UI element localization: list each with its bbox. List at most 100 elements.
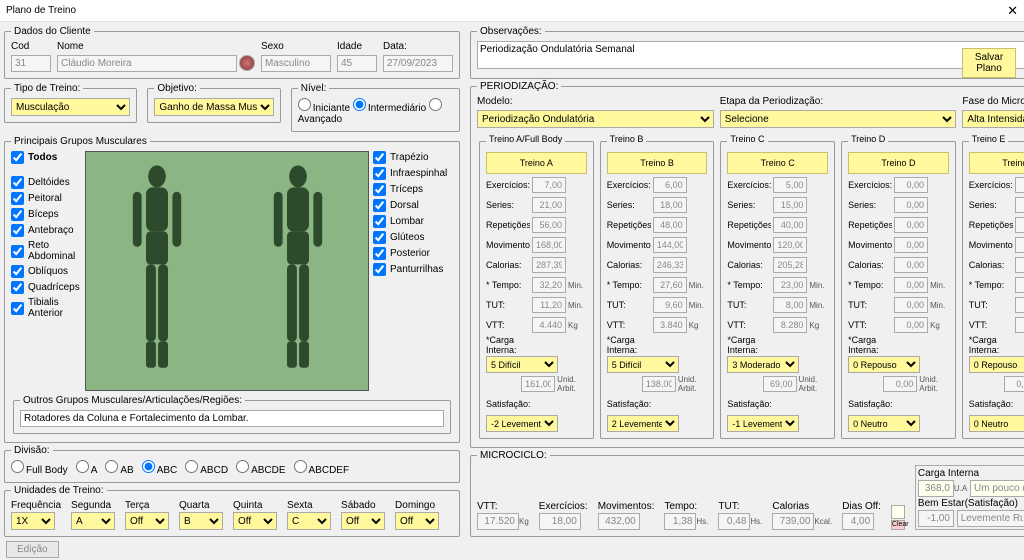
check-Quadríceps[interactable]: Quadríceps — [11, 281, 81, 294]
div-ABCDE[interactable]: ABCDE — [236, 465, 285, 476]
t2-se — [773, 197, 807, 213]
t3-sa[interactable]: 0 Neutro — [848, 415, 920, 432]
t3-te — [894, 277, 928, 293]
t2-ci[interactable]: 3 Moderado — [727, 356, 799, 373]
treino-btn-1[interactable]: Treino B — [607, 152, 708, 174]
t2-sa[interactable]: -1 Levemente — [727, 415, 799, 432]
obj-select[interactable]: Ganho de Massa Muscular — [154, 98, 273, 116]
clear-button[interactable]: Clear — [891, 520, 905, 530]
t4-ci[interactable]: 0 Repouso — [969, 356, 1024, 373]
tab-edicao[interactable]: Edição — [6, 541, 59, 558]
t0-re — [532, 217, 566, 233]
day-Segunda[interactable]: A — [71, 512, 115, 530]
check-Reto Abdominal[interactable]: Reto Abdominal — [11, 240, 81, 262]
sexo-input — [261, 55, 331, 72]
check-Infraespinhal[interactable]: Infraespinhal — [373, 167, 453, 180]
calendar-icon[interactable] — [891, 505, 905, 519]
body-back-icon — [265, 161, 331, 381]
micro-ci2 — [970, 480, 1024, 497]
nome-input[interactable] — [57, 55, 237, 72]
t2-ex — [773, 177, 807, 193]
unidades-fieldset: Unidades de Treino: Frequência1XSegundaA… — [4, 485, 460, 537]
div-A[interactable]: A — [76, 465, 98, 476]
idade-label: Idade — [337, 41, 377, 52]
idade-input — [337, 55, 377, 72]
check-Panturrilhas[interactable]: Panturrilhas — [373, 263, 453, 276]
etapa-select[interactable]: Selecione — [720, 110, 957, 128]
check-Glúteos[interactable]: Glúteos — [373, 231, 453, 244]
check-Lombar[interactable]: Lombar — [373, 215, 453, 228]
t0-ca — [532, 257, 566, 273]
treino-col-0: Treino A/Full Body Treino A Exercícios: … — [479, 134, 594, 439]
t1-te — [653, 277, 687, 293]
treino-btn-2[interactable]: Treino C — [727, 152, 828, 174]
div-ABCD[interactable]: ABCD — [185, 465, 228, 476]
check-Posterior[interactable]: Posterior — [373, 247, 453, 260]
t1-ex — [653, 177, 687, 193]
t3-ex — [894, 177, 928, 193]
check-Deltóides[interactable]: Deltóides — [11, 176, 81, 189]
check-Peitoral[interactable]: Peitoral — [11, 192, 81, 205]
cod-input[interactable] — [11, 55, 51, 72]
treino-btn-3[interactable]: Treino D — [848, 152, 949, 174]
obj-fieldset: Objetivo: Ganho de Massa Muscular — [147, 83, 280, 123]
data-label: Data: — [383, 41, 453, 52]
div-ABC[interactable]: ABC — [142, 465, 178, 476]
day-Sexta[interactable]: C — [287, 512, 331, 530]
nivel-avancado[interactable] — [429, 98, 442, 111]
nivel-intermediario[interactable] — [353, 98, 366, 111]
day-Terça[interactable]: Off — [125, 512, 169, 530]
t2-ci2 — [763, 376, 797, 392]
nivel-fieldset: Nível: Iniciante Intermediário Avançado — [291, 83, 460, 132]
t1-sa[interactable]: 2 Levemente — [607, 415, 679, 432]
fase-select[interactable]: Alta Intensida — [962, 110, 1024, 128]
t3-ci[interactable]: 0 Repouso — [848, 356, 920, 373]
t4-se — [1015, 197, 1024, 213]
check-Tibialis Anterior[interactable]: Tibialis Anterior — [11, 297, 81, 319]
t3-ca — [894, 257, 928, 273]
nivel-iniciante[interactable] — [298, 98, 311, 111]
day-Sábado[interactable]: Off — [341, 512, 385, 530]
check-Dorsal[interactable]: Dorsal — [373, 199, 453, 212]
modelo-select[interactable]: Periodização Ondulatória — [477, 110, 714, 128]
t1-ca — [653, 257, 687, 273]
body-figure — [85, 151, 369, 391]
save-button[interactable]: Salvar Plano — [962, 48, 1016, 78]
outros-input[interactable] — [20, 410, 444, 427]
check-Antebraço[interactable]: Antebraço — [11, 224, 81, 237]
t4-mo — [1015, 237, 1024, 253]
micro-ex — [539, 513, 581, 530]
check-Tríceps[interactable]: Tríceps — [373, 183, 453, 196]
t4-re — [1015, 217, 1024, 233]
treino-btn-0[interactable]: Treino A — [486, 152, 587, 174]
div-Full Body[interactable]: Full Body — [11, 465, 68, 476]
obs-textarea[interactable]: Periodização Ondulatória Semanal — [477, 41, 1024, 69]
tipo-select[interactable]: Musculação — [11, 98, 130, 116]
micro-be2 — [957, 510, 1024, 527]
tipo-fieldset: Tipo de Treino: Musculação — [4, 83, 137, 123]
check-Oblíquos[interactable]: Oblíquos — [11, 265, 81, 278]
check-Trapézio[interactable]: Trapézio — [373, 151, 453, 164]
day-Domingo[interactable]: Off — [395, 512, 439, 530]
t1-ci[interactable]: 5 Difícil — [607, 356, 679, 373]
t3-ci2 — [883, 376, 917, 392]
cod-label: Cod — [11, 41, 51, 52]
body-front-icon — [124, 161, 190, 381]
freq-select[interactable]: 1X — [11, 512, 55, 530]
div-AB[interactable]: AB — [105, 465, 133, 476]
obs-fieldset: Observações: Periodização Ondulatória Se… — [470, 26, 1024, 79]
data-input[interactable] — [383, 55, 453, 72]
check-todos[interactable] — [11, 151, 24, 164]
t0-ci[interactable]: 5 Difícil — [486, 356, 558, 373]
treino-col-1: Treino B Treino B Exercícios: Series: Re… — [600, 134, 715, 439]
check-Bíceps[interactable]: Bíceps — [11, 208, 81, 221]
day-Quarta[interactable]: B — [179, 512, 223, 530]
close-icon[interactable]: ✕ — [1007, 3, 1018, 19]
t4-sa[interactable]: 0 Neutro — [969, 415, 1024, 432]
sexo-label: Sexo — [261, 41, 331, 52]
record-icon[interactable] — [239, 55, 255, 71]
treino-btn-4[interactable]: Treino E — [969, 152, 1024, 174]
div-ABCDEF[interactable]: ABCDEF — [294, 465, 350, 476]
t0-sa[interactable]: -2 Levemente — [486, 415, 558, 432]
day-Quinta[interactable]: Off — [233, 512, 277, 530]
